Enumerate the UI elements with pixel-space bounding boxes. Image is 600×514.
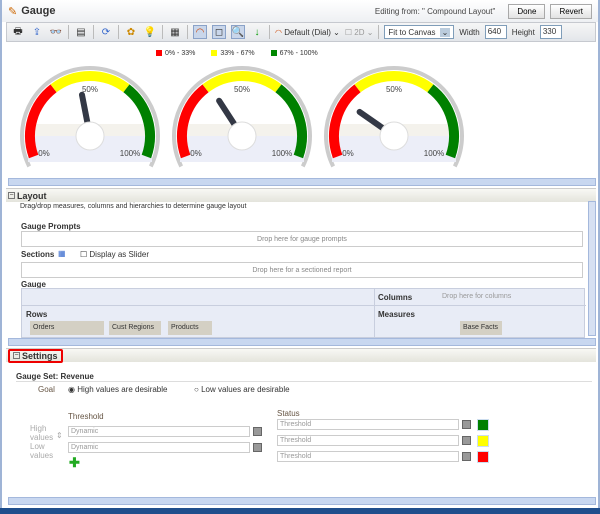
height-input[interactable]: 330 xyxy=(539,25,562,39)
gauge-layout-grid: Columns Drop here for columns Rows Measu… xyxy=(21,288,586,339)
gauge-hub xyxy=(227,121,257,151)
legend-item: 33% - 67% xyxy=(211,50,255,57)
status-header: Status xyxy=(277,409,300,418)
threshold-picker-icon[interactable] xyxy=(253,443,262,452)
dimension-dropdown[interactable]: ☐ 2D ⌄ xyxy=(345,28,374,37)
gauge-tick-label: 100% xyxy=(272,149,292,158)
threshold-input-1[interactable]: Dynamic xyxy=(68,426,250,437)
page-title: Gauge xyxy=(21,5,56,17)
gauge-view-icon[interactable]: ◠ xyxy=(193,25,207,39)
row-item-products[interactable]: Products xyxy=(168,321,212,335)
row-item-cust-regions[interactable]: Cust Regions xyxy=(109,321,161,335)
pencil-icon: ✎ xyxy=(8,5,18,18)
display-as-slider-checkbox[interactable]: ☐ Display as Slider xyxy=(80,250,149,259)
revert-button[interactable]: Revert xyxy=(550,3,592,19)
low-values-label: Low values xyxy=(30,442,54,460)
sections-drop[interactable]: Drop here for a sectioned report xyxy=(21,262,583,278)
zoom-icon[interactable]: 🔍 xyxy=(231,25,245,39)
low-values-radio[interactable]: ○ Low values are desirable xyxy=(194,385,290,394)
gauge-hub xyxy=(379,121,409,151)
status-color-green[interactable] xyxy=(477,419,489,431)
high-values-radio[interactable]: ◉ High values are desirable xyxy=(68,385,167,394)
measures-label: Measures xyxy=(378,310,415,319)
gauge-hub xyxy=(75,121,105,151)
gauge-tick-label: 0% xyxy=(190,149,202,158)
width-input[interactable]: 640 xyxy=(484,25,507,39)
fit-select[interactable]: Fit to Canvas ⌄ xyxy=(384,25,455,39)
threshold-input-2[interactable]: Dynamic xyxy=(68,442,250,453)
sections-icon[interactable]: ▦ xyxy=(58,249,66,258)
sections-label: Sections xyxy=(21,250,55,259)
layout-vscroll[interactable] xyxy=(588,201,596,336)
status-threshold-2[interactable]: Threshold xyxy=(277,435,459,446)
high-values-label: High values xyxy=(30,424,54,442)
threshold-header: Threshold xyxy=(68,412,104,421)
format-icon[interactable]: ✿ xyxy=(124,25,138,39)
threshold-picker-icon[interactable] xyxy=(253,427,262,436)
gauge-tick-label: 50% xyxy=(234,85,250,94)
rows-label: Rows xyxy=(26,310,48,319)
settings-section-header[interactable]: − Settings xyxy=(6,348,596,363)
settings-hscroll[interactable] xyxy=(8,497,596,505)
properties-icon[interactable]: ▤ xyxy=(74,25,88,39)
chart-hscroll[interactable] xyxy=(8,178,596,186)
gauge-tick-label: 0% xyxy=(342,149,354,158)
goal-label: Goal xyxy=(38,385,55,394)
gauge-tick-label: 50% xyxy=(386,85,402,94)
status-color-yellow[interactable] xyxy=(477,435,489,447)
canvas-icon[interactable]: ◻ xyxy=(212,25,226,39)
sort-icon[interactable]: ↓ xyxy=(250,25,264,39)
columns-label: Columns xyxy=(378,293,413,302)
chart-legend: 0% - 33% 33% - 67% 67% - 100% xyxy=(156,50,318,57)
status-bar xyxy=(0,508,600,514)
row-item-orders[interactable]: Orders xyxy=(30,321,104,335)
print-icon[interactable]: 🖶 xyxy=(11,25,25,39)
legend-item: 0% - 33% xyxy=(156,50,195,57)
refresh-icon[interactable]: ⟳ xyxy=(99,25,113,39)
gauges-svg: 0% 50% 100% 0% 50% 100% 0% 50% 100% xyxy=(20,66,464,168)
calculator-icon[interactable]: ▦ xyxy=(168,25,182,39)
gauge-tick-label: 100% xyxy=(120,149,140,158)
layout-section-header[interactable]: − Layout xyxy=(6,188,596,202)
layout-hscroll[interactable] xyxy=(8,338,596,346)
done-button[interactable]: Done xyxy=(508,3,546,19)
status-threshold-1[interactable]: Threshold xyxy=(277,419,459,430)
status-picker-icon[interactable] xyxy=(462,420,471,429)
reorder-arrows-icon[interactable]: ⇕ xyxy=(56,431,63,440)
status-picker-icon[interactable] xyxy=(462,436,471,445)
layout-description: Drag/drop measures, columns and hierarch… xyxy=(20,203,247,210)
add-threshold-icon[interactable]: ✚ xyxy=(69,455,80,471)
gauge-prompts-label: Gauge Prompts xyxy=(21,222,81,231)
height-label: Height xyxy=(511,27,535,37)
columns-drop[interactable]: Drop here for columns xyxy=(442,293,511,300)
gauge-type-dropdown[interactable]: ◠ Default (Dial) ⌄ xyxy=(275,28,340,37)
status-threshold-3[interactable]: Threshold xyxy=(277,451,459,462)
title-bar: ✎ Gauge Editing from: " Compound Layout"… xyxy=(2,0,598,22)
gauge-tick-label: 50% xyxy=(82,85,98,94)
legend-item: 67% - 100% xyxy=(270,50,318,57)
status-color-red[interactable] xyxy=(477,451,489,463)
gauge-set-label: Gauge Set: Revenue xyxy=(16,372,592,382)
gauge-chart: 0% - 33% 33% - 67% 67% - 100% 0% 50% 100% 0… xyxy=(6,44,596,182)
measure-item-base-facts[interactable]: Base Facts xyxy=(460,321,502,335)
gauge-tick-label: 100% xyxy=(424,149,444,158)
gauge-tick-label: 0% xyxy=(38,149,50,158)
gauge-prompts-drop[interactable]: Drop here for gauge prompts xyxy=(21,231,583,247)
export-icon[interactable]: ⇪ xyxy=(30,25,44,39)
toolbar: 🖶 ⇪ 👓 ▤ ⟳ ✿ 💡 ▦ ◠ ◻ 🔍 ↓ ◠ Default (Dial)… xyxy=(6,22,596,42)
conditional-icon[interactable]: 💡 xyxy=(143,25,157,39)
preview-icon[interactable]: 👓 xyxy=(49,25,63,39)
status-picker-icon[interactable] xyxy=(462,452,471,461)
width-label: Width xyxy=(459,27,480,37)
editing-from-label: Editing from: " Compound Layout" xyxy=(374,6,496,16)
